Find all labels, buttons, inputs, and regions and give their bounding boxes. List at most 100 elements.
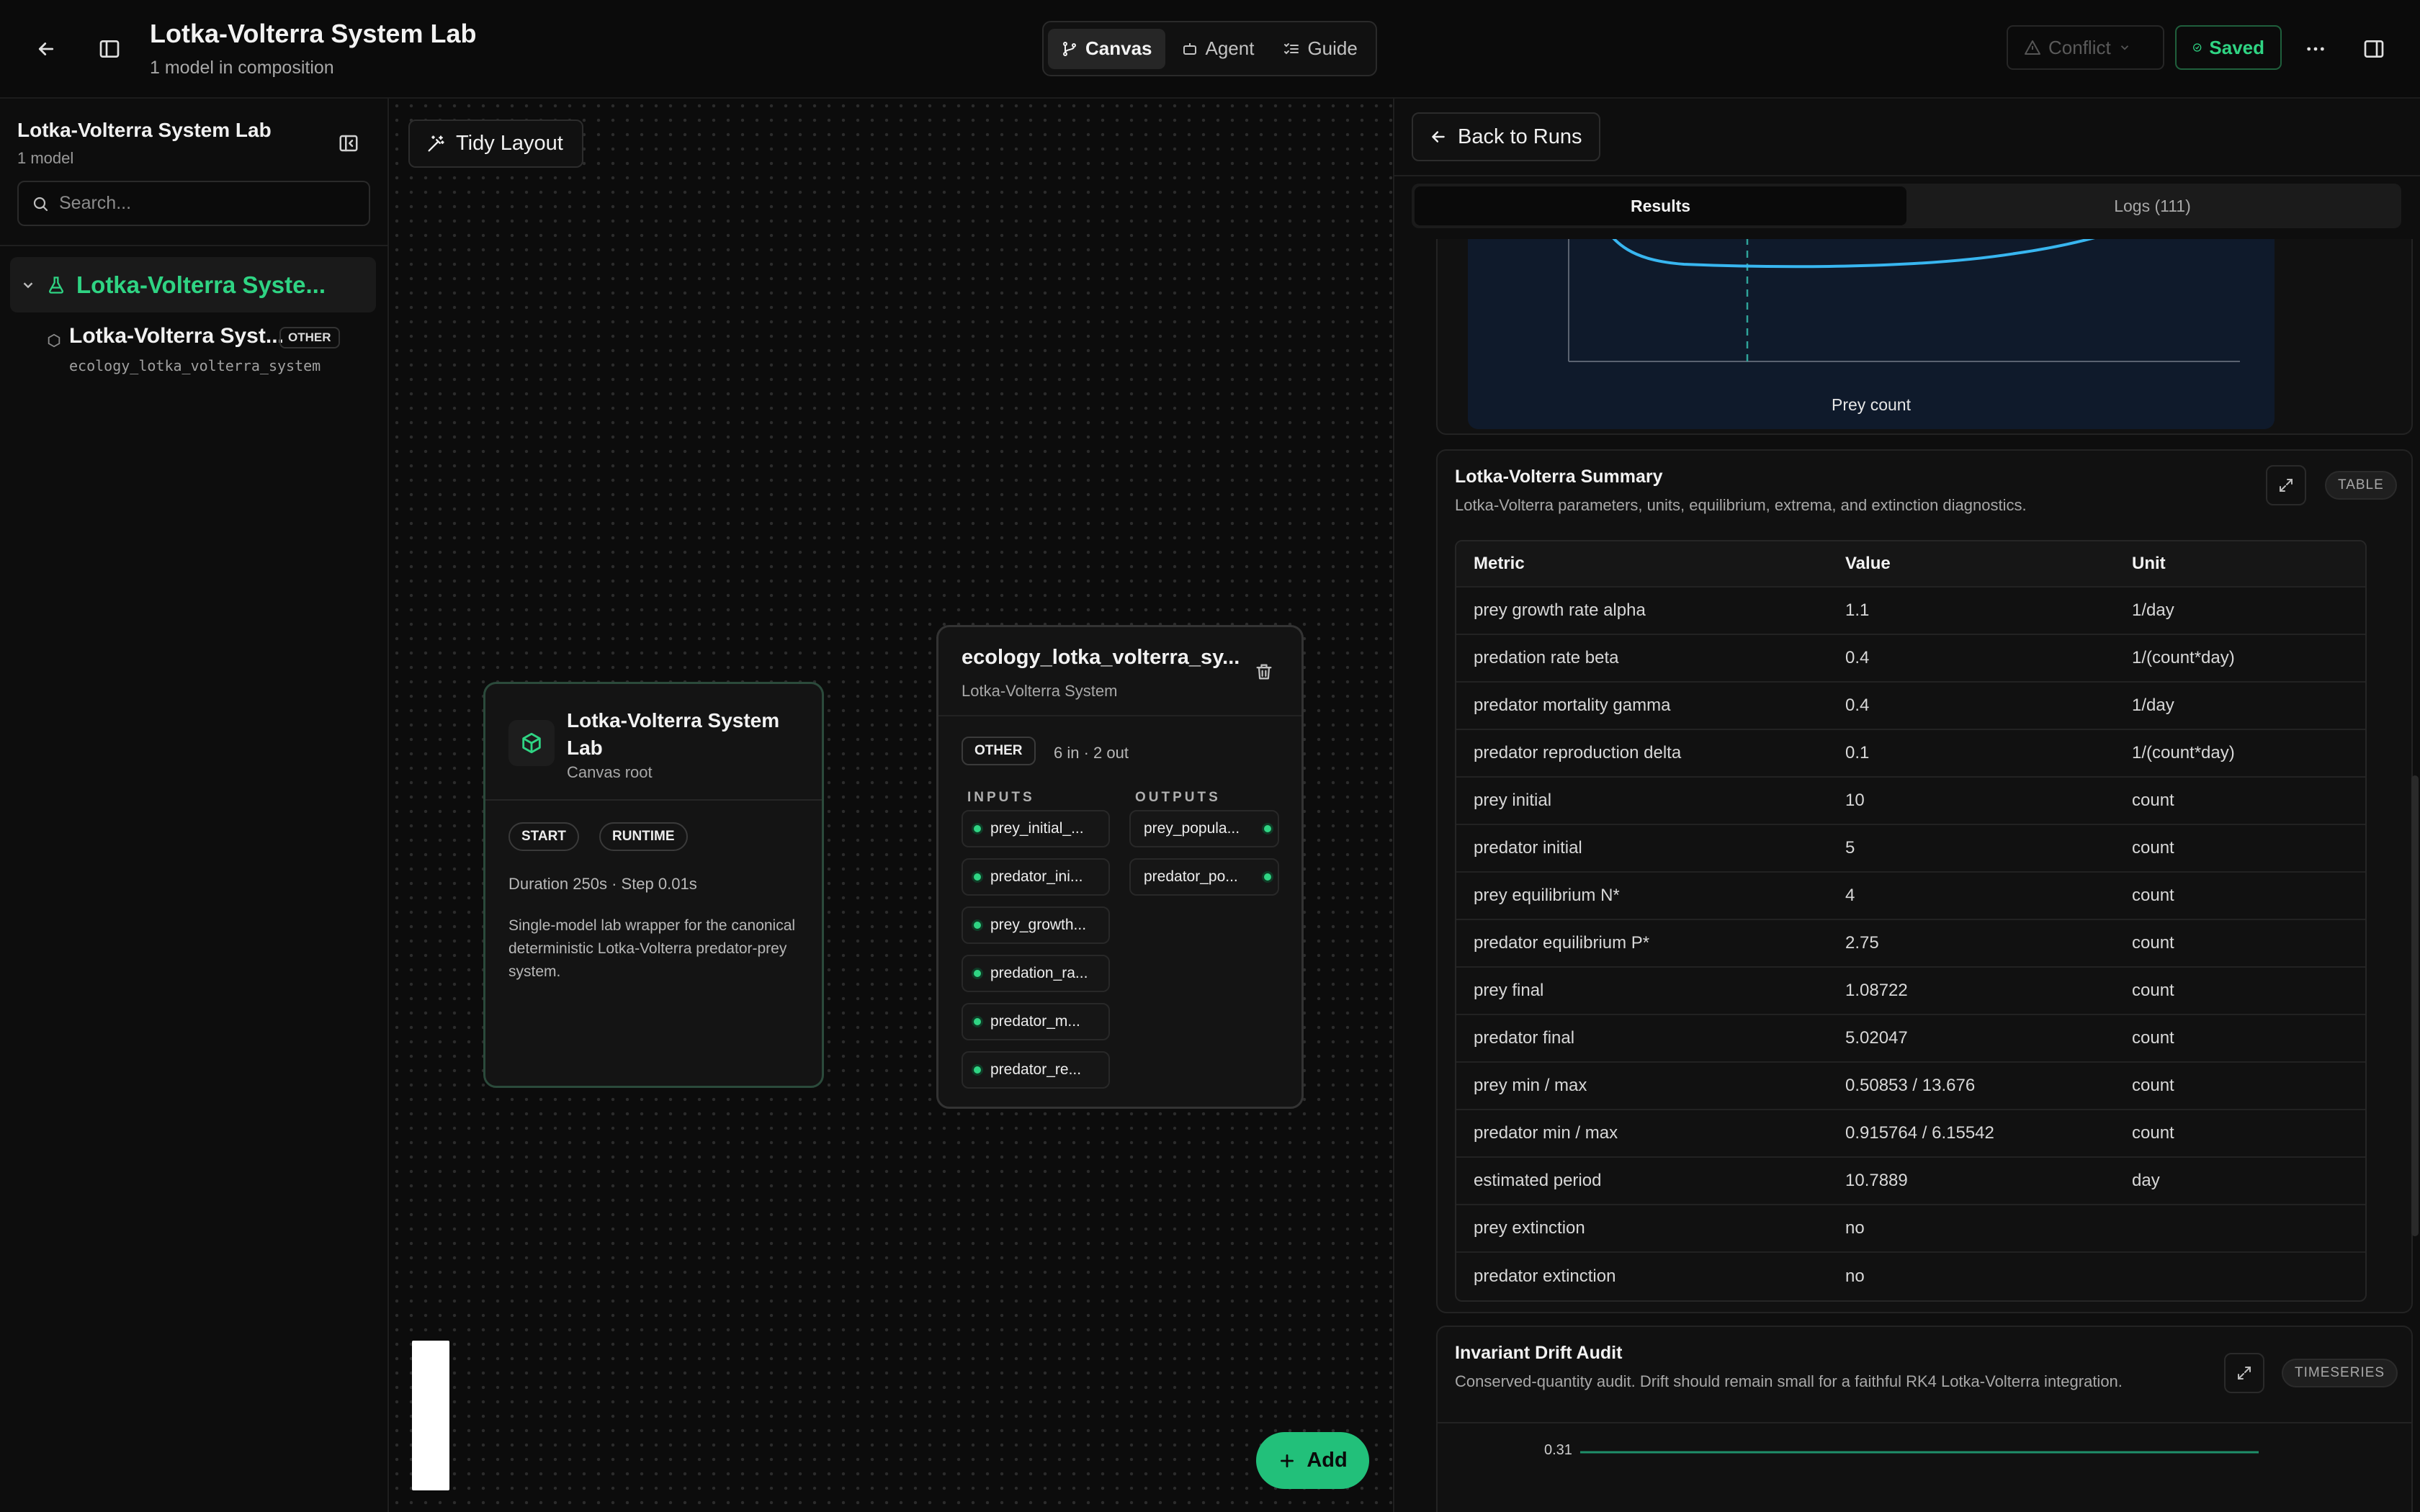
model-node[interactable]: ecology_lotka_volterra_sy... Lotka-Volte… [936,625,1304,1109]
panel-toggle-icon[interactable] [2355,30,2393,68]
search-icon [33,197,48,211]
more-options-icon[interactable] [2297,30,2334,68]
metric-cell: predator mortality gamma [1474,696,1671,715]
root-node-meta: Duration 250s · Step 0.01s [508,875,697,893]
cube-icon [522,732,541,754]
canvas[interactable]: Tidy Layout Lotka-Volterra System Lab Ca… [390,99,1392,1512]
input-handle[interactable] [972,1064,983,1076]
panel-scrollbar[interactable] [2411,775,2419,1236]
minimap[interactable] [412,1341,449,1490]
value-cell: 5 [1845,838,1855,858]
input-handle[interactable] [972,1016,983,1027]
add-button[interactable]: Add [1256,1432,1369,1489]
chevron-down-icon[interactable] [20,277,36,293]
phase-trajectory [1612,239,2095,269]
tree-item-badge: OTHER [279,327,340,348]
trash-icon[interactable] [1251,659,1277,685]
results-scroll-area[interactable]: Prey count Lotka-Volterra Summary Lotka-… [1394,239,2420,1512]
input-port-label: predator_ini... [990,868,1083,885]
phase-plot-xlabel: Prey count [1832,395,1911,414]
back-to-runs-button[interactable]: Back to Runs [1412,112,1601,161]
collapse-sidebar-icon[interactable] [333,127,364,159]
table-row: predator min / max 0.915764 / 6.15542 coun… [1456,1110,2365,1158]
table-row: predator extinction no [1456,1253,2365,1300]
value-cell: 10.7889 [1845,1171,1908,1190]
metric-cell: estimated period [1474,1171,1602,1190]
drift-audit-card: Invariant Drift Audit Conserved-quantity… [1436,1326,2413,1512]
inputs-heading: INPUTS [967,790,1035,805]
unit-cell: 1/(count*day) [2132,648,2235,667]
input-port[interactable]: prey_growth... [962,906,1110,944]
table-row: prey growth rate alpha 1.1 1/day [1456,588,2365,635]
root-node-divider [485,799,822,801]
root-node[interactable]: Lotka-Volterra System Lab Canvas root ST… [483,682,824,1088]
conflict-button[interactable]: Conflict [2007,25,2164,70]
tidy-layout-button[interactable]: Tidy Layout [408,120,583,168]
metric-cell: predator reproduction delta [1474,743,1682,762]
input-handle[interactable] [972,919,983,931]
add-label: Add [1307,1449,1348,1472]
unit-cell: count [2132,933,2174,953]
tab-agent[interactable]: Agent [1168,29,1268,69]
input-port[interactable]: prey_initial_... [962,810,1110,847]
metric-cell: prey final [1474,981,1544,1000]
metric-cell: prey equilibrium N* [1474,886,1620,905]
value-cell: 10 [1845,791,1865,810]
runtime-tag: RUNTIME [599,822,688,851]
expand-icon[interactable] [2266,465,2306,505]
back-arrow-icon[interactable] [27,30,65,68]
panel-divider [1394,175,2420,176]
list-check-icon [1284,42,1299,54]
table-row: prey final 1.08722 count [1456,968,2365,1015]
output-handle[interactable] [1262,871,1273,883]
timeseries-type-badge: TIMESERIES [2282,1359,2398,1387]
tab-canvas[interactable]: Canvas [1048,28,1165,69]
tab-results[interactable]: Results [1415,186,1906,225]
sidebar-subtitle: 1 model [17,149,74,167]
metric-cell: prey initial [1474,791,1552,810]
input-handle[interactable] [972,871,983,883]
model-node-badge: OTHER [962,737,1036,765]
input-port[interactable]: predator_re... [962,1051,1110,1089]
root-node-icon [508,720,555,766]
unit-cell: count [2132,791,2174,810]
table-row: prey extinction no [1456,1205,2365,1253]
input-port[interactable]: predation_ra... [962,955,1110,992]
tree-group-lab[interactable]: Lotka-Volterra Syste... [10,257,376,312]
saved-status: Saved [2175,25,2282,70]
input-port[interactable]: predator_ini... [962,858,1110,896]
sidebar-toggle-icon[interactable] [91,30,128,68]
search-box [17,181,370,226]
value-cell: 1.1 [1845,600,1870,620]
summary-description: Lotka-Volterra parameters, units, equili… [1455,496,2027,514]
output-port[interactable]: prey_popula... [1129,810,1279,847]
value-cell: 0.4 [1845,648,1870,667]
value-cell: no [1845,1266,1865,1286]
input-port[interactable]: predator_m... [962,1003,1110,1040]
input-handle[interactable] [972,968,983,979]
input-handle[interactable] [972,823,983,834]
table-row: prey min / max 0.50853 / 13.676 count [1456,1063,2365,1110]
column-header-metric: Metric [1474,554,1525,573]
sidebar-divider [0,245,387,246]
unit-cell: count [2132,981,2174,1000]
tab-guide-label: Guide [1307,37,1358,59]
outputs-heading: OUTPUTS [1135,790,1221,805]
value-cell: 2.75 [1845,933,1879,953]
check-circle-icon [2193,43,2202,52]
output-port[interactable]: predator_po... [1129,858,1279,896]
table-row: prey equilibrium N* 4 count [1456,873,2365,920]
tab-guide[interactable]: Guide [1270,29,1370,69]
unit-cell: 1/(count*day) [2132,743,2235,762]
start-tag: START [508,822,579,851]
root-node-subtitle: Canvas root [567,763,653,781]
top-bar: Lotka-Volterra System Lab 1 model in com… [0,0,2420,99]
output-handle[interactable] [1262,823,1273,834]
tab-logs[interactable]: Logs (111) [1906,186,2398,225]
value-cell: 4 [1845,886,1855,905]
chevron-down-icon [2120,45,2128,50]
expand-icon[interactable] [2224,1353,2264,1393]
hexagon-icon [48,333,60,348]
sidebar-title: Lotka-Volterra System Lab [17,119,272,141]
search-input[interactable] [59,193,347,214]
